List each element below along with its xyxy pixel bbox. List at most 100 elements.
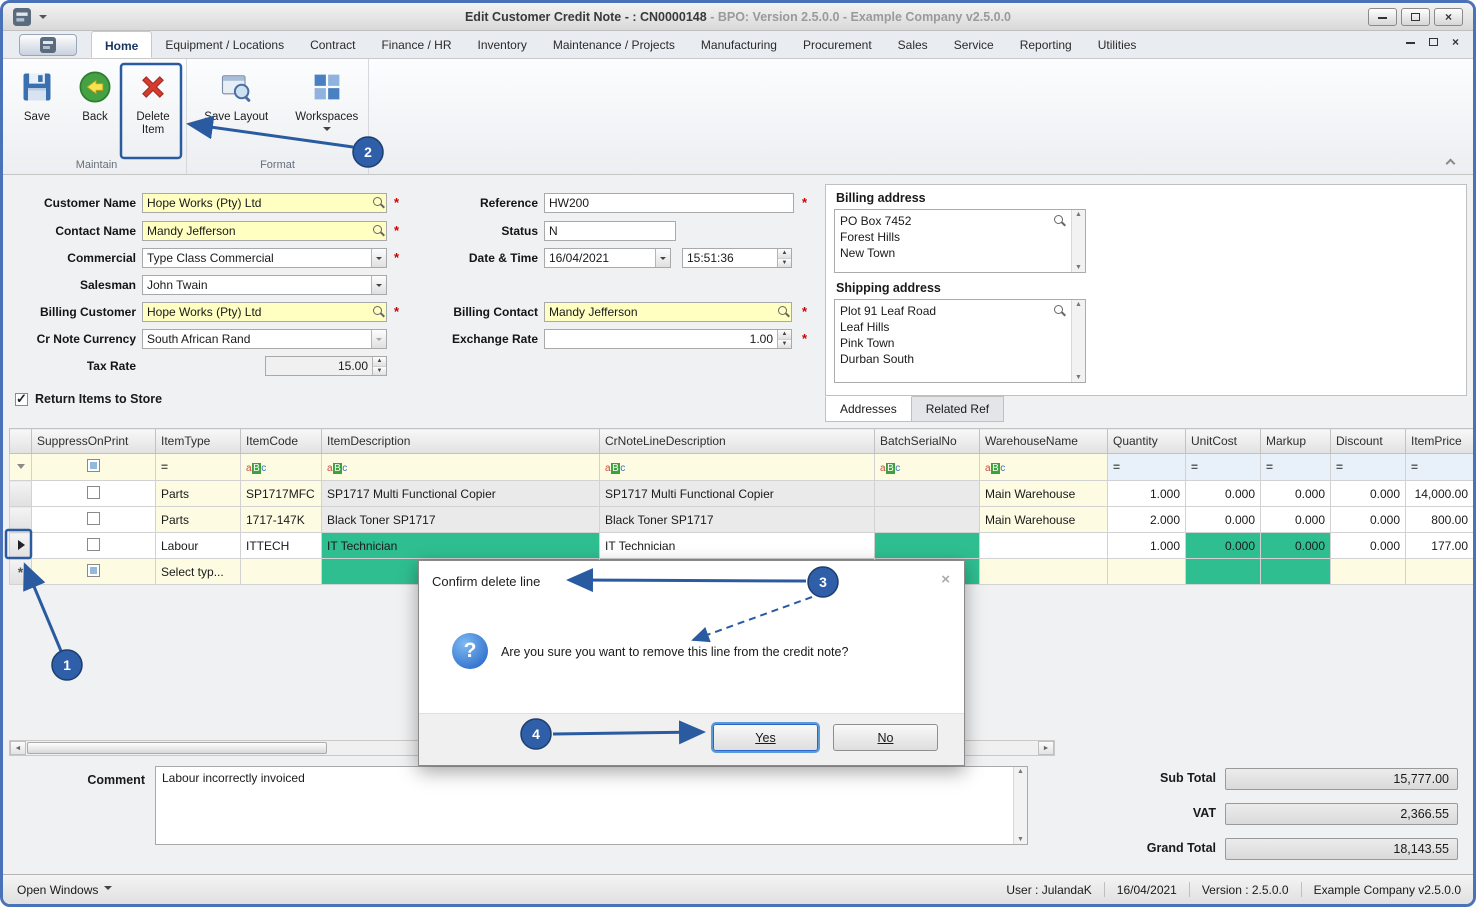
- grid-row[interactable]: Parts SP1717MFC SP1717 Multi Functional …: [10, 481, 1474, 507]
- no-button[interactable]: No: [833, 724, 938, 751]
- cell-suppress[interactable]: [32, 481, 156, 507]
- minimize-button[interactable]: [1368, 8, 1397, 26]
- lookup-icon[interactable]: [776, 304, 791, 320]
- save-layout-button[interactable]: Save Layout: [195, 67, 278, 155]
- cell-item-type[interactable]: Labour: [156, 533, 241, 559]
- tax-rate-field[interactable]: 15.00 ▲▼: [265, 356, 387, 376]
- cell-discount[interactable]: 0.000: [1331, 507, 1406, 533]
- contact-name-field[interactable]: Mandy Jefferson: [142, 221, 387, 241]
- column-header-itemprice[interactable]: ItemPrice: [1406, 429, 1474, 454]
- cell-suppress[interactable]: [32, 533, 156, 559]
- cell-item-code[interactable]: SP1717MFC: [241, 481, 322, 507]
- column-header-itemdescription[interactable]: ItemDescription: [322, 429, 600, 454]
- column-header-unitcost[interactable]: UnitCost: [1186, 429, 1261, 454]
- tab-inventory[interactable]: Inventory: [464, 31, 539, 58]
- return-items-checkbox[interactable]: [15, 393, 28, 406]
- tab-maintenance-projects[interactable]: Maintenance / Projects: [540, 31, 688, 58]
- dialog-close-icon[interactable]: ×: [941, 571, 950, 588]
- quick-access-caret-icon[interactable]: [39, 15, 47, 23]
- tab-addresses[interactable]: Addresses: [825, 396, 912, 422]
- filter-markup[interactable]: =: [1261, 454, 1331, 481]
- cell-unit-cost[interactable]: [1186, 559, 1261, 585]
- indeterminate-checkbox[interactable]: [87, 564, 100, 577]
- exchange-rate-field[interactable]: 1.00 ▲▼: [544, 329, 792, 349]
- scrollbar[interactable]: [1071, 300, 1085, 382]
- application-menu-button[interactable]: [19, 34, 77, 56]
- lookup-icon[interactable]: [1052, 213, 1067, 229]
- cell-suppress[interactable]: [32, 559, 156, 585]
- column-header-discount[interactable]: Discount: [1331, 429, 1406, 454]
- tab-home[interactable]: Home: [91, 31, 152, 58]
- currency-select[interactable]: South African Rand: [142, 329, 387, 349]
- yes-button[interactable]: Yes: [713, 724, 818, 751]
- cell-quantity[interactable]: [1108, 559, 1186, 585]
- filter-warehousename[interactable]: aBc: [980, 454, 1108, 481]
- tab-sales[interactable]: Sales: [885, 31, 941, 58]
- cell-quantity[interactable]: 1.000: [1108, 533, 1186, 559]
- date-field[interactable]: 16/04/2021: [544, 248, 671, 268]
- lookup-icon[interactable]: [371, 195, 386, 211]
- lookup-icon[interactable]: [1052, 303, 1067, 319]
- cell-crnote-description[interactable]: IT Technician: [600, 533, 875, 559]
- current-row-indicator[interactable]: [10, 533, 32, 559]
- scroll-right-icon[interactable]: ►: [1038, 741, 1054, 755]
- salesman-select[interactable]: John Twain: [142, 275, 387, 295]
- maximize-button[interactable]: [1401, 8, 1430, 26]
- cell-warehouse[interactable]: [980, 559, 1108, 585]
- cell-warehouse[interactable]: [980, 533, 1108, 559]
- cell-unit-cost[interactable]: 0.000: [1186, 507, 1261, 533]
- tab-contract[interactable]: Contract: [297, 31, 368, 58]
- cell-crnote-description[interactable]: SP1717 Multi Functional Copier: [600, 481, 875, 507]
- close-button[interactable]: ×: [1434, 8, 1463, 26]
- filter-itemprice[interactable]: =: [1406, 454, 1474, 481]
- column-header-warehousename[interactable]: WarehouseName: [980, 429, 1108, 454]
- cell-item-price[interactable]: 800.00: [1406, 507, 1474, 533]
- mdi-minimize-icon[interactable]: [1406, 40, 1415, 44]
- scrollbar[interactable]: [1013, 767, 1027, 844]
- cell-batch-serial[interactable]: [875, 507, 980, 533]
- reference-field[interactable]: HW200: [544, 193, 794, 213]
- cell-item-code[interactable]: 1717-147K: [241, 507, 322, 533]
- tab-manufacturing[interactable]: Manufacturing: [688, 31, 790, 58]
- billing-customer-field[interactable]: Hope Works (Pty) Ltd: [142, 302, 387, 322]
- grid-row[interactable]: Parts 1717-147K Black Toner SP1717 Black…: [10, 507, 1474, 533]
- filter-itemcode[interactable]: aBc: [241, 454, 322, 481]
- checkbox[interactable]: [87, 512, 100, 525]
- cell-quantity[interactable]: 1.000: [1108, 481, 1186, 507]
- cell-markup[interactable]: 0.000: [1261, 507, 1331, 533]
- delete-item-button[interactable]: Delete Item: [125, 67, 181, 155]
- cell-unit-cost[interactable]: 0.000: [1186, 481, 1261, 507]
- mdi-close-icon[interactable]: ×: [1452, 37, 1459, 47]
- scroll-left-icon[interactable]: ◄: [10, 741, 26, 755]
- billing-contact-field[interactable]: Mandy Jefferson: [544, 302, 792, 322]
- billing-address-box[interactable]: PO Box 7452 Forest Hills New Town: [834, 209, 1086, 273]
- comment-textarea[interactable]: Labour incorrectly invoiced: [155, 766, 1028, 845]
- tab-utilities[interactable]: Utilities: [1085, 31, 1150, 58]
- cell-discount[interactable]: 0.000: [1331, 481, 1406, 507]
- lookup-icon[interactable]: [371, 304, 386, 320]
- cell-item-type[interactable]: Select typ...: [156, 559, 241, 585]
- scrollbar-thumb[interactable]: [27, 742, 327, 754]
- workspaces-button[interactable]: Workspaces: [286, 67, 369, 155]
- tab-service[interactable]: Service: [941, 31, 1007, 58]
- column-header-itemcode[interactable]: ItemCode: [241, 429, 322, 454]
- cell-unit-cost[interactable]: 0.000: [1186, 533, 1261, 559]
- filter-itemtype[interactable]: =: [156, 454, 241, 481]
- time-field[interactable]: 15:51:36 ▲▼: [682, 248, 792, 268]
- status-field[interactable]: N: [544, 221, 676, 241]
- back-button[interactable]: Back: [67, 67, 123, 155]
- shipping-address-box[interactable]: Plot 91 Leaf Road Leaf Hills Pink Town D…: [834, 299, 1086, 383]
- app-icon[interactable]: [13, 8, 31, 26]
- title-bar[interactable]: Edit Customer Credit Note - : CN0000148 …: [3, 3, 1473, 31]
- grid-row-selected[interactable]: Labour ITTECH IT Technician IT Technicia…: [10, 533, 1474, 559]
- cell-markup[interactable]: [1261, 559, 1331, 585]
- tab-reporting[interactable]: Reporting: [1007, 31, 1085, 58]
- spinner-control[interactable]: ▲▼: [777, 249, 791, 267]
- tab-equipment-locations[interactable]: Equipment / Locations: [152, 31, 297, 58]
- cell-item-price[interactable]: [1406, 559, 1474, 585]
- filter-batchserialno[interactable]: aBc: [875, 454, 980, 481]
- cell-quantity[interactable]: 2.000: [1108, 507, 1186, 533]
- cell-batch-serial[interactable]: [875, 481, 980, 507]
- tab-finance-hr[interactable]: Finance / HR: [368, 31, 464, 58]
- column-header-crnotelinedescription[interactable]: CrNoteLineDescription: [600, 429, 875, 454]
